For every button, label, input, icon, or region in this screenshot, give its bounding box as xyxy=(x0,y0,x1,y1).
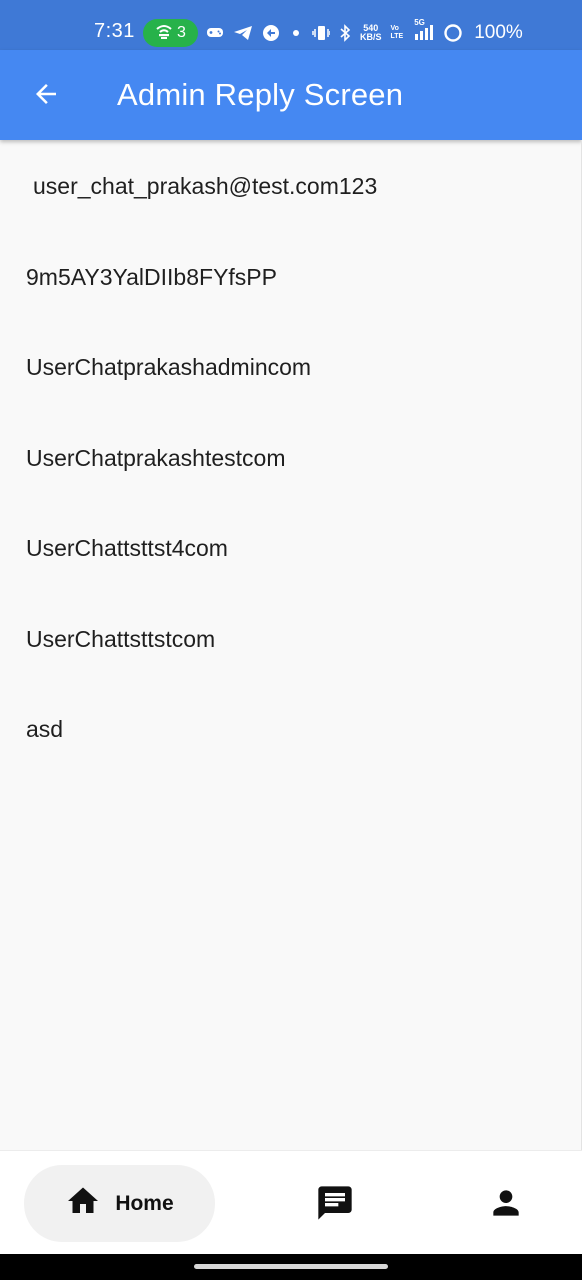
person-icon xyxy=(487,1184,525,1227)
battery-icon xyxy=(443,23,463,43)
signal-icon: 5G xyxy=(412,18,434,42)
list-item[interactable]: UserChatprakashtestcom xyxy=(0,413,582,504)
volte-top: Vo xyxy=(390,25,399,32)
list-item[interactable]: 9m5AY3YalDIIb8FYfsPP xyxy=(0,232,582,323)
gesture-handle[interactable] xyxy=(194,1264,388,1269)
hotspot-count: 3 xyxy=(177,24,186,41)
vibrate-icon xyxy=(312,24,330,42)
list-item[interactable]: UserChattsttstcom xyxy=(0,594,582,685)
list-item[interactable]: UserChatprakashadmincom xyxy=(0,323,582,414)
sync-app-icon xyxy=(262,24,280,42)
bottom-navigation: Home xyxy=(0,1150,582,1255)
notification-dot-icon xyxy=(289,28,303,38)
status-bar: 7:31 3 540 KB/S Vo LTE 5G 100% xyxy=(0,0,582,50)
volte-bottom: LTE xyxy=(390,33,404,40)
hotspot-indicator: 3 xyxy=(143,19,198,47)
arrow-back-icon xyxy=(31,79,61,114)
chat-list: user_chat_prakash@test.com123 9m5AY3YalD… xyxy=(0,140,582,775)
nav-home-button[interactable]: Home xyxy=(24,1165,215,1242)
battery-percent: 100% xyxy=(474,22,523,43)
net-speed-unit: KB/S xyxy=(360,32,382,42)
status-time: 7:31 xyxy=(94,20,135,42)
list-item[interactable]: user_chat_prakash@test.com123 xyxy=(0,140,582,232)
nav-home-label: Home xyxy=(115,1191,174,1215)
status-icons: 540 KB/S Vo LTE 5G 100% xyxy=(206,18,523,47)
system-gesture-area xyxy=(0,1254,582,1280)
network-type: 5G xyxy=(414,18,425,27)
game-controller-icon xyxy=(206,26,224,40)
volte-indicator: Vo LTE xyxy=(391,25,404,41)
list-item[interactable]: UserChattsttst4com xyxy=(0,504,582,595)
network-speed: 540 KB/S xyxy=(360,24,382,42)
telegram-icon xyxy=(233,25,253,41)
nav-profile-button[interactable] xyxy=(484,1183,528,1227)
app-bar: Admin Reply Screen xyxy=(0,50,582,140)
back-button[interactable] xyxy=(24,76,68,116)
page-title: Admin Reply Screen xyxy=(117,77,404,112)
list-item[interactable]: asd xyxy=(0,685,582,776)
bluetooth-icon xyxy=(339,24,351,42)
message-icon xyxy=(315,1183,355,1228)
nav-messages-button[interactable] xyxy=(313,1183,357,1227)
home-icon xyxy=(65,1183,101,1224)
hotspot-icon xyxy=(155,23,173,44)
